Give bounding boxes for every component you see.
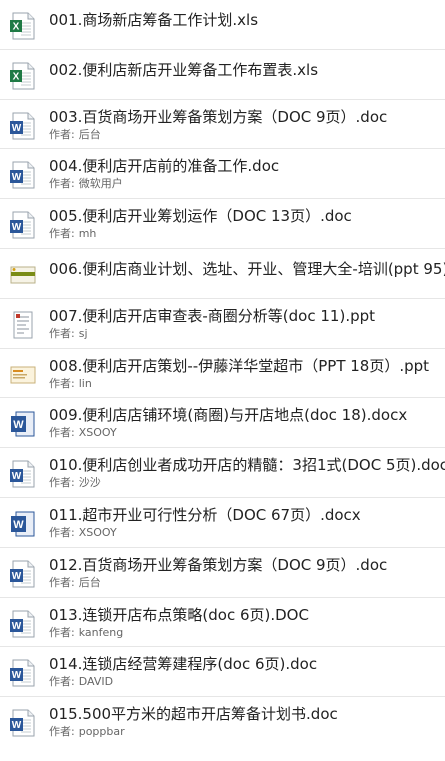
file-list-item[interactable]: 007.便利店开店审查表-商圈分析等(doc 11).ppt 作者: sj bbox=[0, 299, 445, 349]
file-title: 007.便利店开店审查表-商圈分析等(doc 11).ppt bbox=[49, 306, 376, 325]
file-list-item[interactable]: W 009.便利店店铺环境(商圈)与开店地点(doc 18).docx 作者: XSO… bbox=[0, 398, 445, 449]
author-label: 作者: bbox=[49, 725, 75, 739]
author-name: 后台 bbox=[78, 127, 101, 141]
file-list-item[interactable]: W 015.500平方米的超市开店筹备计划书.doc 作者: poppbar bbox=[0, 697, 445, 747]
word-file-icon: W bbox=[10, 161, 36, 189]
author-label: 作者: bbox=[49, 476, 75, 490]
svg-text:W: W bbox=[12, 621, 22, 632]
file-list: X 001.商场新店筹备工作计划.xls X 002.便利店新店开业筹备工作布置表.x… bbox=[0, 0, 445, 747]
author-label: 作者: bbox=[49, 326, 75, 340]
file-title: 004.便利店开店前的准备工作.doc bbox=[49, 157, 280, 176]
svg-text:W: W bbox=[12, 670, 22, 681]
word-file-icon: W bbox=[10, 460, 36, 488]
word-file-icon: W bbox=[10, 211, 36, 239]
author-label: 作者: bbox=[49, 625, 75, 639]
file-title: 010.便利店创业者成功开店的精髓：3招1式(DOC 5页).doc bbox=[49, 456, 445, 475]
powerpoint-file-icon bbox=[10, 261, 36, 289]
svg-text:W: W bbox=[12, 222, 22, 233]
author-label: 作者: bbox=[49, 227, 75, 241]
author-label: 作者: bbox=[49, 376, 75, 390]
file-list-item[interactable]: W 014.连锁店经营筹建程序(doc 6页).doc 作者: DAVID bbox=[0, 647, 445, 698]
file-title: 003.百货商场开业筹备策划方案（DOC 9页）.doc bbox=[49, 107, 388, 126]
file-title: 015.500平方米的超市开店筹备计划书.doc bbox=[49, 705, 338, 724]
excel-file-icon: X bbox=[10, 62, 36, 90]
author-label: 作者: bbox=[49, 525, 75, 539]
file-author: 作者: XSOOY bbox=[49, 426, 117, 440]
file-title: 006.便利店商业计划、选址、开业、管理大全-培训(ppt 95) bbox=[49, 259, 445, 278]
file-list-item[interactable]: W 004.便利店开店前的准备工作.doc 作者: 微软用户 bbox=[0, 149, 445, 200]
svg-text:X: X bbox=[13, 71, 20, 82]
file-author: 作者: sj bbox=[49, 327, 88, 341]
file-list-item[interactable]: W 013.连锁开店布点策略(doc 6页).DOC 作者: kanfeng bbox=[0, 598, 445, 648]
file-author: 作者: 后台 bbox=[49, 128, 101, 142]
file-list-item[interactable]: W 010.便利店创业者成功开店的精髓：3招1式(DOC 5页).doc 作者: 沙沙 bbox=[0, 448, 445, 498]
file-list-item[interactable]: X 002.便利店新店开业筹备工作布置表.xls bbox=[0, 50, 445, 100]
author-name: sj bbox=[78, 326, 88, 340]
file-author: 作者: 后台 bbox=[49, 576, 101, 590]
file-author: 作者: poppbar bbox=[49, 725, 125, 739]
file-list-item[interactable]: W 005.便利店开业筹划运作（DOC 13页）.doc 作者: mh bbox=[0, 199, 445, 249]
file-title: 002.便利店新店开业筹备工作布置表.xls bbox=[49, 60, 319, 79]
file-list-item[interactable]: W 012.百货商场开业筹备策划方案（DOC 9页）.doc 作者: 后台 bbox=[0, 548, 445, 598]
word-file-icon: W bbox=[10, 610, 36, 638]
excel-file-icon: X bbox=[10, 12, 36, 40]
file-title: 013.连锁开店布点策略(doc 6页).DOC bbox=[49, 605, 309, 624]
word-file-icon: W bbox=[10, 560, 36, 588]
word-file-icon: W bbox=[10, 410, 36, 438]
file-title: 012.百货商场开业筹备策划方案（DOC 9页）.doc bbox=[49, 555, 388, 574]
file-title: 009.便利店店铺环境(商圈)与开店地点(doc 18).docx bbox=[49, 406, 408, 425]
author-label: 作者: bbox=[49, 177, 75, 191]
svg-text:W: W bbox=[12, 123, 22, 134]
file-title: 014.连锁店经营筹建程序(doc 6页).doc bbox=[49, 655, 318, 674]
svg-text:W: W bbox=[13, 419, 24, 431]
author-name: 后台 bbox=[78, 575, 101, 589]
author-name: poppbar bbox=[78, 725, 125, 739]
file-author: 作者: XSOOY bbox=[49, 526, 117, 540]
svg-text:W: W bbox=[12, 471, 22, 482]
file-list-item[interactable]: 006.便利店商业计划、选址、开业、管理大全-培训(ppt 95) bbox=[0, 249, 445, 299]
file-title: 008.便利店开店策划--伊藤洋华堂超市（PPT 18页）.ppt bbox=[49, 356, 430, 375]
file-author: 作者: DAVID bbox=[49, 675, 113, 689]
file-list-item[interactable]: W 003.百货商场开业筹备策划方案（DOC 9页）.doc 作者: 后台 bbox=[0, 100, 445, 150]
author-name: kanfeng bbox=[78, 625, 124, 639]
author-name: 沙沙 bbox=[78, 476, 101, 490]
file-list-item[interactable]: W 011.超市开业可行性分析（DOC 67页）.docx 作者: XSOOY bbox=[0, 498, 445, 548]
file-title: 011.超市开业可行性分析（DOC 67页）.docx bbox=[49, 505, 361, 524]
svg-text:W: W bbox=[13, 519, 24, 531]
word-file-icon: W bbox=[10, 112, 36, 140]
author-label: 作者: bbox=[49, 675, 75, 689]
author-label: 作者: bbox=[49, 127, 75, 141]
svg-text:W: W bbox=[12, 571, 22, 582]
author-name: XSOOY bbox=[78, 426, 117, 440]
file-title: 001.商场新店筹备工作计划.xls bbox=[49, 11, 259, 29]
svg-text:W: W bbox=[12, 172, 22, 183]
author-name: 微软用户 bbox=[78, 177, 123, 191]
file-author: 作者: kanfeng bbox=[49, 626, 123, 640]
author-name: lin bbox=[78, 376, 92, 390]
svg-text:W: W bbox=[12, 720, 22, 731]
file-author: 作者: 微软用户 bbox=[49, 177, 123, 191]
powerpoint-file-icon bbox=[10, 361, 36, 389]
author-label: 作者: bbox=[49, 426, 75, 440]
file-list-item[interactable]: X 001.商场新店筹备工作计划.xls bbox=[0, 0, 445, 50]
file-list-item[interactable]: 008.便利店开店策划--伊藤洋华堂超市（PPT 18页）.ppt 作者: lin bbox=[0, 349, 445, 399]
author-label: 作者: bbox=[49, 575, 75, 589]
svg-text:X: X bbox=[13, 22, 20, 33]
powerpoint-file-icon bbox=[10, 311, 36, 339]
file-author: 作者: 沙沙 bbox=[49, 476, 101, 490]
file-author: 作者: lin bbox=[49, 377, 92, 391]
author-name: XSOOY bbox=[78, 525, 117, 539]
file-title: 005.便利店开业筹划运作（DOC 13页）.doc bbox=[49, 207, 352, 226]
author-name: mh bbox=[78, 227, 97, 241]
word-file-icon: W bbox=[10, 709, 36, 737]
file-author: 作者: mh bbox=[49, 227, 96, 241]
word-file-icon: W bbox=[10, 510, 36, 538]
word-file-icon: W bbox=[10, 659, 36, 687]
author-name: DAVID bbox=[78, 675, 114, 689]
